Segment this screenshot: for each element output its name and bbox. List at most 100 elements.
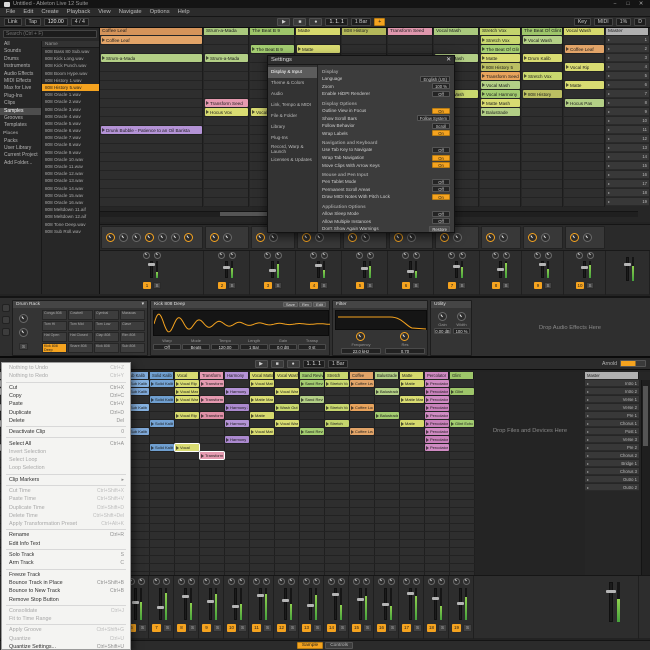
drum-pad-clap-808[interactable]: Clap 808 — [94, 332, 119, 342]
send-knob[interactable] — [238, 578, 245, 585]
solo-button[interactable]: S — [366, 282, 374, 289]
browser-category-clips[interactable]: Clips — [0, 100, 41, 107]
browser-category-max-for-live[interactable]: Max for Live — [0, 85, 41, 92]
sample-button-rev[interactable]: Rev — [299, 302, 312, 307]
track-number-button[interactable]: 7 — [152, 624, 161, 632]
master-fader[interactable] — [609, 582, 613, 622]
info-view-icon[interactable] — [2, 328, 10, 336]
track-number-button[interactable]: 10 — [227, 624, 236, 632]
clip-vocal-rip[interactable]: Vocal Rip — [175, 380, 199, 387]
clip-matte[interactable]: Matte — [400, 380, 424, 387]
track-number-button[interactable]: 4 — [310, 282, 318, 289]
volume-fader[interactable] — [583, 261, 586, 278]
browser-file[interactable]: 808 History 5.wav — [42, 84, 99, 91]
context-item-paste[interactable]: PasteCtrl+V — [2, 400, 130, 408]
sample-titlebar[interactable]: Kick 808 Deep SaveRevEdit — [151, 301, 329, 308]
settings-nav-link-tempo-midi[interactable]: Link, Tempo & MIDI — [268, 100, 317, 111]
clip-percolator-achiever[interactable]: Percolator Achiever — [425, 436, 449, 443]
send-knob[interactable] — [363, 578, 370, 585]
pan-knob[interactable] — [576, 252, 583, 259]
macro-knob[interactable] — [440, 233, 449, 242]
clip-transform-seed[interactable]: Transform Seed — [481, 72, 520, 80]
browser-file[interactable]: 808 Bass 80 Sub.wav — [42, 48, 99, 55]
play-button[interactable]: ▶ — [255, 360, 268, 368]
arrangement-position[interactable]: 1. 1. 1 — [303, 360, 325, 368]
utility-knob[interactable] — [438, 312, 447, 321]
macro-knob[interactable] — [256, 233, 265, 242]
browser-file[interactable]: 808 Oracle 9.wav — [42, 149, 99, 156]
macro-knob[interactable] — [210, 233, 219, 242]
clip-sand-revive[interactable]: Sand Revive — [300, 396, 324, 403]
solo-button[interactable]: S — [458, 282, 466, 289]
minimize-button[interactable]: − — [610, 1, 620, 7]
context-item-remove-stop-button[interactable]: Remove Stop Button — [2, 595, 130, 603]
solo-button[interactable]: S — [363, 624, 372, 632]
solo-button[interactable]: S — [586, 282, 594, 289]
browser-category-templates[interactable]: Templates — [0, 122, 41, 129]
track-header-percolator[interactable]: Percolator — [425, 372, 449, 379]
scene-slot-1[interactable]: ▸1 — [606, 36, 649, 44]
clip-glint-echo[interactable]: Glint Echo — [450, 420, 474, 427]
clip-vocal-wash[interactable]: Vocal Wash — [175, 396, 199, 403]
clip-percolator-achiever[interactable]: Percolator Achiever — [425, 396, 449, 403]
context-item-bounce-to-new-track[interactable]: Bounce to New TrackCtrl+B — [2, 587, 130, 595]
send-knob[interactable] — [213, 578, 220, 585]
macro-knob[interactable] — [269, 233, 278, 242]
drum-rack-titlebar[interactable]: Drum Rack ▾ — [13, 301, 147, 308]
fader-handle[interactable] — [269, 269, 276, 272]
macro-knob[interactable] — [407, 233, 416, 242]
settings-control-don-t-show-again-warnings[interactable]: Restore — [429, 226, 450, 232]
clip-hocus-vox[interactable]: Hocus Vox — [205, 108, 248, 116]
scene-slot-intro-2[interactable]: ▸Intro 2 — [585, 388, 639, 395]
utility-titlebar[interactable]: Utility — [431, 301, 471, 308]
solo-button[interactable]: S — [263, 624, 272, 632]
clip-drum-kalib[interactable]: Drum Kalib — [523, 54, 562, 62]
drum-pad-rim-808[interactable]: Rim 808 — [120, 332, 145, 342]
sample-button-save[interactable]: Save — [283, 302, 298, 307]
settings-control-zoom[interactable]: 100 % — [432, 83, 450, 89]
browser-category-instruments[interactable]: Instruments — [0, 63, 41, 70]
clip-balustrade[interactable]: Balustrade — [375, 388, 399, 395]
volume-fader[interactable] — [184, 588, 187, 620]
clip-solid-kalib[interactable]: Solid Kalib — [150, 396, 174, 403]
scene-slot-post-1[interactable]: ▸Post 1 — [585, 428, 639, 435]
clip-vocal-wash[interactable]: Vocal Wash — [275, 420, 299, 427]
settings-control-language[interactable]: English (US) — [420, 76, 450, 82]
scene-slot-11[interactable]: ▸11 — [606, 126, 649, 134]
send-knob[interactable] — [163, 578, 170, 585]
track-header-transform[interactable]: Transform — [200, 372, 224, 379]
volume-fader[interactable] — [159, 588, 162, 620]
master-track-header[interactable]: Master — [606, 28, 649, 35]
filter-curve-display[interactable] — [335, 310, 427, 330]
scene-slot-outro-2[interactable]: ▸Outro 2 — [585, 484, 639, 491]
send-knob[interactable] — [438, 578, 445, 585]
scene-slot-3[interactable]: ▸3 — [606, 54, 649, 62]
pan-knob[interactable] — [402, 252, 409, 259]
scene-slot-12[interactable]: ▸12 — [606, 135, 649, 143]
scene-slot-9[interactable]: ▸9 — [606, 108, 649, 116]
scene-slot-10[interactable]: ▸10 — [606, 117, 649, 125]
browser-category-all[interactable]: All — [0, 41, 41, 48]
clip-vocal-harmony[interactable]: Vocal Harmony — [481, 90, 520, 98]
track-number-button[interactable]: 14 — [327, 624, 336, 632]
fader-handle[interactable] — [148, 263, 155, 266]
clip-stretch-vox[interactable]: Stretch Vox — [523, 72, 562, 80]
scene-slot-5[interactable]: ▸5 — [606, 72, 649, 80]
fader-handle[interactable] — [157, 606, 164, 609]
quantization-menu[interactable]: 1 Bar — [328, 360, 348, 368]
clip-transform-seed[interactable]: Transform Seed — [205, 99, 248, 107]
clip-wash-out[interactable]: Wash Out — [275, 404, 299, 411]
macro-knob[interactable] — [541, 233, 550, 242]
master-track-header[interactable]: Master — [585, 372, 639, 379]
clip-matte[interactable]: Matte — [565, 81, 604, 89]
filter-knob[interactable] — [400, 332, 409, 341]
clip-percolator-achiever[interactable]: Percolator Achiever — [425, 444, 449, 451]
browser-file[interactable]: 808 Kick Long.wav — [42, 55, 99, 62]
browser-file[interactable]: 808 Meltdown 12.aif — [42, 213, 99, 220]
clip-coffee-loop[interactable]: Coffee Loop — [350, 404, 374, 411]
clip-percolator-achiever[interactable]: Percolator Achiever — [425, 380, 449, 387]
clip-coffee-leaf[interactable]: Coffee Leaf — [350, 428, 374, 435]
fader-handle[interactable] — [539, 263, 546, 266]
clip-matte-mash[interactable]: Matte Mash — [400, 396, 424, 403]
fader-handle[interactable] — [457, 602, 464, 605]
